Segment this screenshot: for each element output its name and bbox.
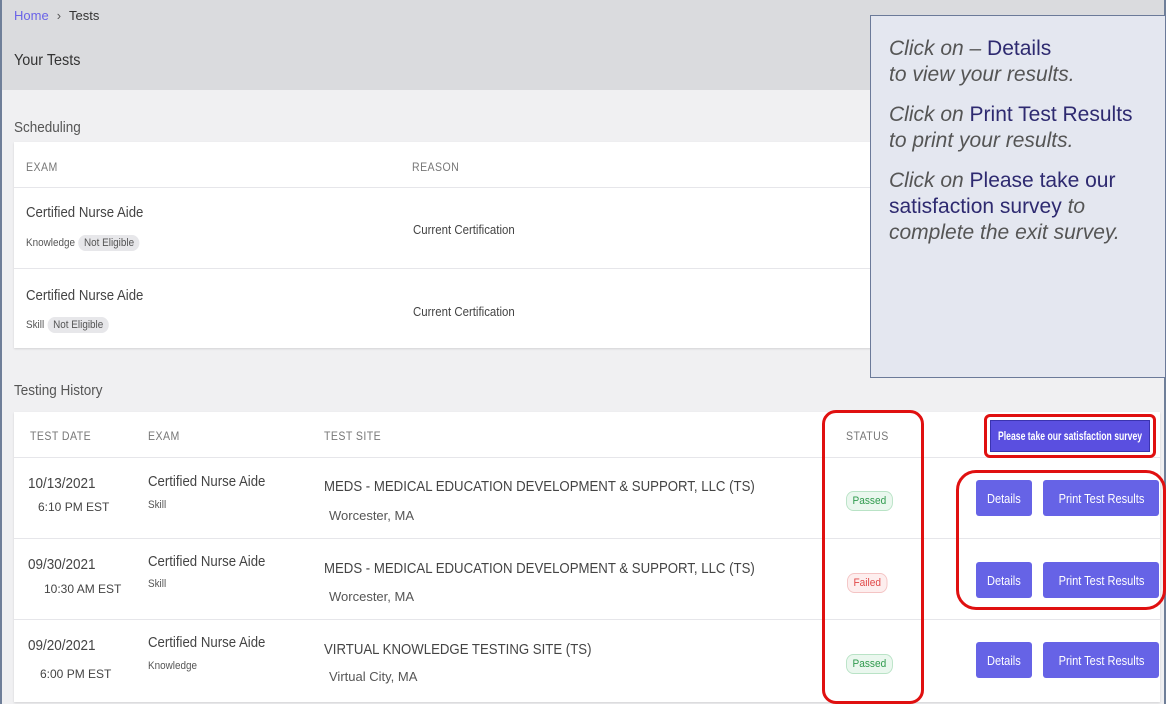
breadcrumb-home-link[interactable]: Home [14,8,49,23]
breadcrumb-separator: › [56,8,62,23]
table-row: 09/20/2021 6:00 PM EST Certified Nurse A… [14,619,1160,702]
status-column-highlight [822,410,924,704]
callout-text: Click on [889,103,970,126]
callout-print-instruction: Click on Print Test Results to print you… [889,102,1147,154]
test-site: MEDS - MEDICAL EDUCATION DEVELOPMENT & S… [324,478,755,495]
print-test-results-button[interactable]: Print Test Results [1043,642,1159,678]
survey-button-highlight [984,414,1156,458]
test-site: VIRTUAL KNOWLEDGE TESTING SITE (TS) [324,641,592,658]
details-button[interactable]: Details [976,642,1032,678]
exam-type-label: Knowledge [26,237,75,249]
exam-name: Certified Nurse Aide [148,553,266,570]
callout-keyword: Details [987,37,1052,60]
test-time: 10:30 AM EST [44,582,122,596]
reason-text: Current Certification [413,222,515,237]
instruction-callout: Click on – Details to view your results. … [870,15,1166,378]
test-site-city: Virtual City, MA [329,669,418,684]
breadcrumb-current: Tests [69,8,100,23]
scheduling-section-label: Scheduling [14,119,81,136]
test-site-city: Worcester, MA [329,508,415,523]
history-header-date: TEST DATE [30,429,92,443]
exam-type: Knowledge Not Eligible [26,235,140,251]
test-date: 09/30/2021 [28,556,96,573]
exam-name: Certified Nurse Aide [148,634,266,651]
print-button-label: Print Test Results [1058,652,1144,668]
exam-type-label: Skill [26,319,45,331]
callout-survey-instruction: Click on Please take our satisfaction su… [889,168,1147,246]
details-button-label: Details [987,652,1021,668]
scheduling-header-reason: REASON [412,160,460,174]
exam-type: Skill [148,578,167,590]
breadcrumb: Home › Tests [14,8,99,23]
callout-text: to view your results. [889,63,1075,86]
exam-type: Skill Not Eligible [26,317,109,333]
callout-text: Click on [889,169,970,192]
history-header-exam: EXAM [148,429,180,443]
exam-type: Knowledge [148,660,197,672]
exam-type: Skill [148,499,167,511]
exam-name: Certified Nurse Aide [26,287,144,304]
callout-text: to print your results. [889,129,1074,152]
action-buttons-highlight [956,470,1166,610]
scheduling-header-exam: EXAM [26,160,58,174]
callout-details-instruction: Click on – Details to view your results. [889,36,1147,88]
test-date: 10/13/2021 [28,475,96,492]
callout-text: Click on – [889,37,988,60]
test-time: 6:10 PM EST [38,500,110,514]
page-title: Your Tests [14,52,81,69]
history-header-site: TEST SITE [324,429,382,443]
test-time: 6:00 PM EST [40,667,112,681]
eligibility-badge: Not Eligible [47,317,109,333]
eligibility-badge: Not Eligible [78,235,140,251]
history-section-label: Testing History [14,382,103,399]
test-date: 09/20/2021 [28,637,96,654]
test-site-city: Worcester, MA [329,589,415,604]
exam-name: Certified Nurse Aide [26,204,144,221]
test-site: MEDS - MEDICAL EDUCATION DEVELOPMENT & S… [324,560,755,577]
callout-keyword: Print Test Results [969,103,1133,126]
reason-text: Current Certification [413,304,515,319]
exam-name: Certified Nurse Aide [148,473,266,490]
